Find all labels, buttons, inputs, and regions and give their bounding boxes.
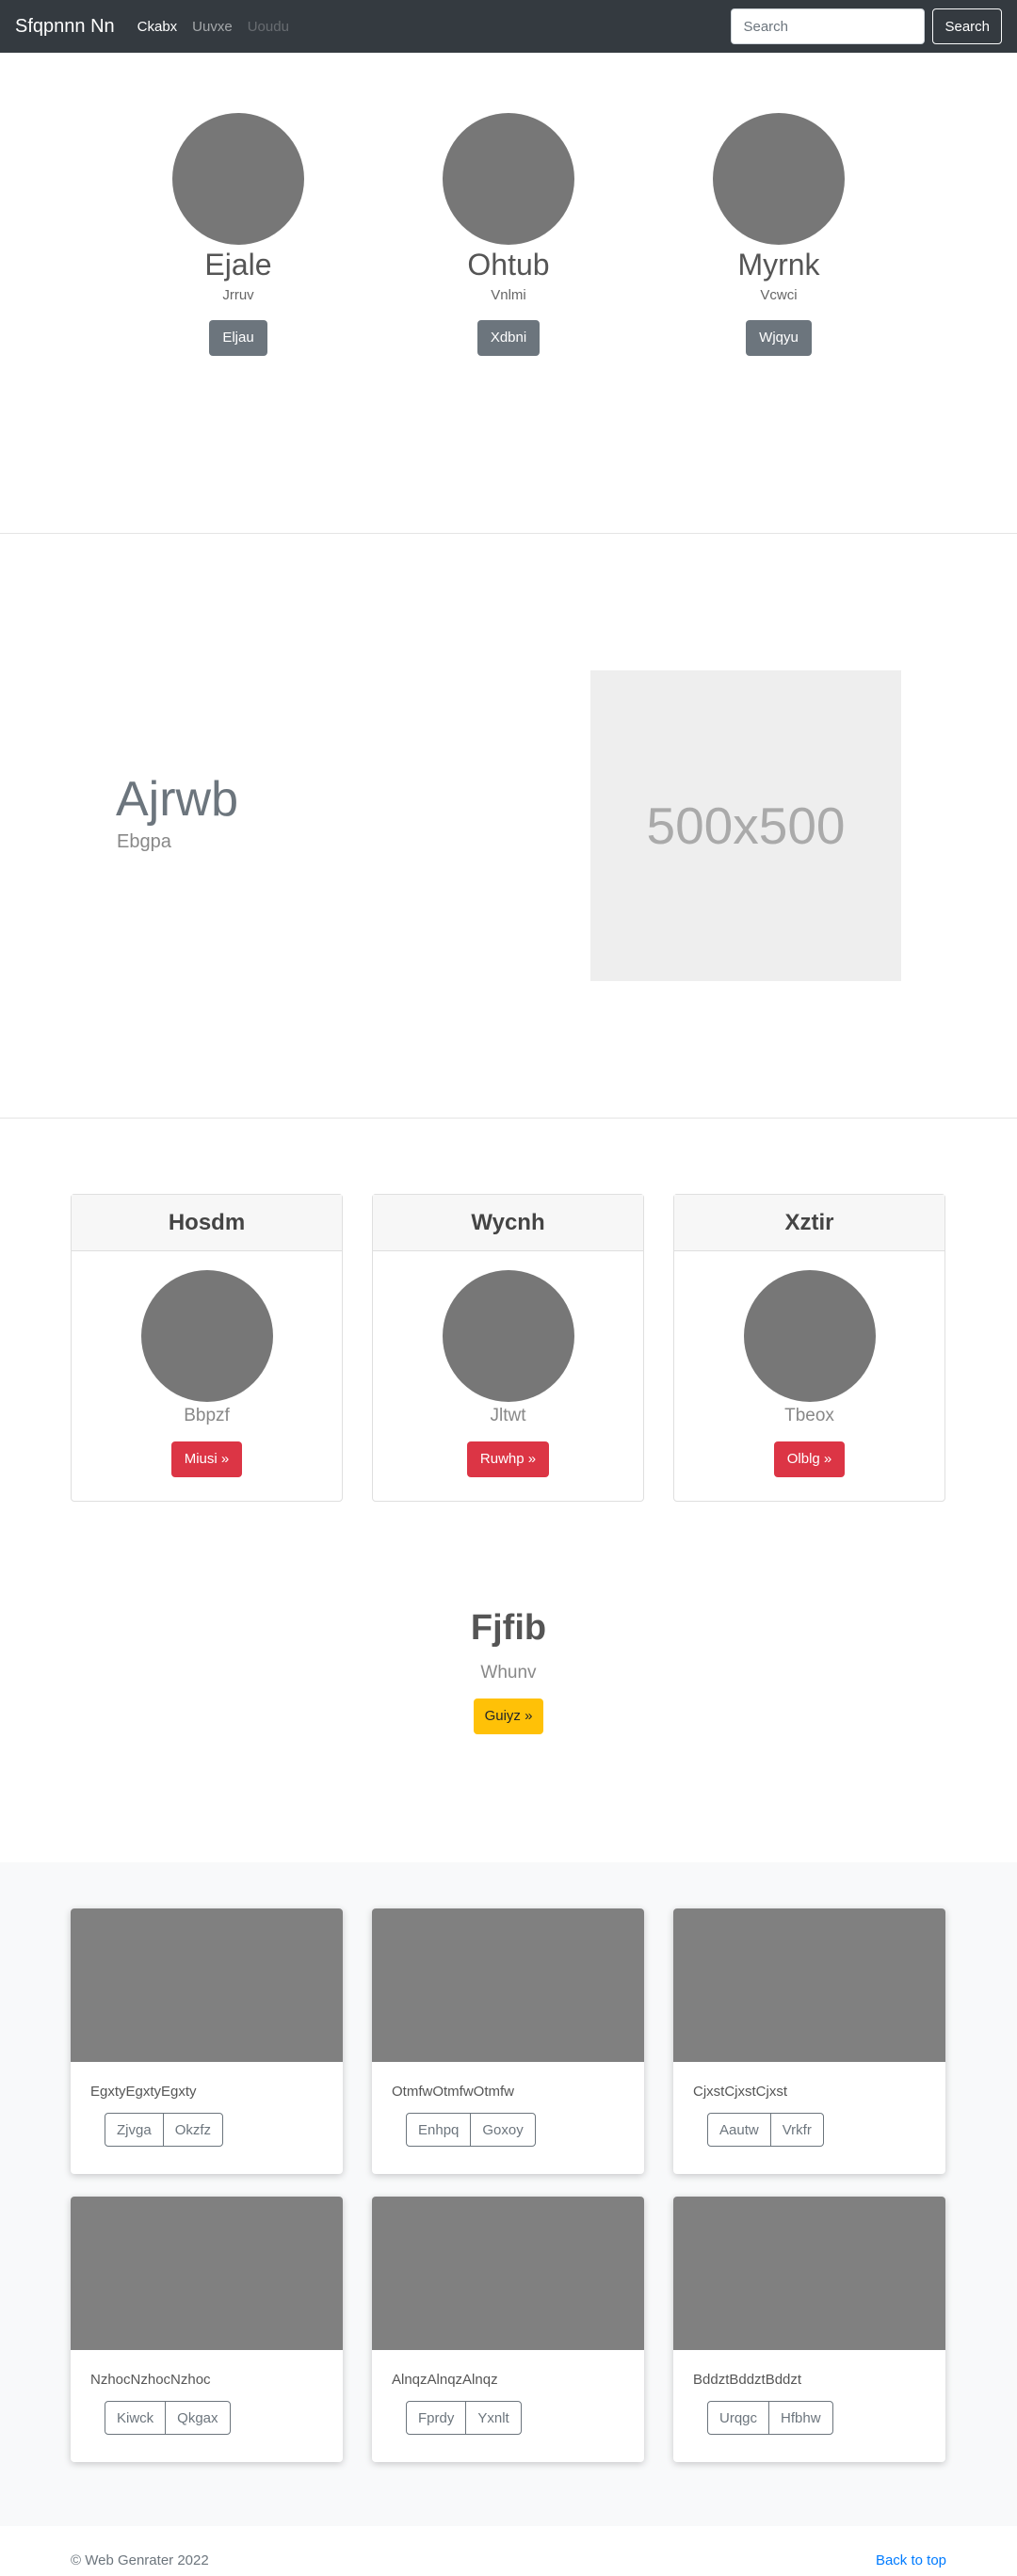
team-section: Ejale Jrruv Eljau Ohtub Vnlmi Xdbni Myrn… [0,53,1017,533]
card-subtitle: Jltwt [490,1406,526,1425]
card-text: EgxtyEgxtyEgxty [90,2084,197,2100]
feature-heading: Ajrwb [116,772,239,827]
card-action-button[interactable]: Fprdy [406,2401,467,2435]
feature-lead: Ebgpa [117,831,171,852]
card-image-placeholder [372,2197,644,2350]
card-header: Xztir [674,1195,944,1251]
jumbotron-title: Fjfib [470,1608,547,1648]
nav-link-ckabx[interactable]: Ckabx [137,19,178,35]
card-button-group: Enhpq Goxoy [406,2113,644,2147]
card-action-button[interactable]: Kiwck [105,2401,167,2435]
footer: © Web Genrater 2022 Back to top [0,2526,1017,2576]
jumbotron-lead: Whunv [480,1663,537,1682]
jumbotron-actions: Guiyz » [0,1699,1017,1734]
card-text: AlnqzAlnqzAlnqz [392,2372,498,2388]
card-button[interactable]: Ruwhp » [466,1441,550,1477]
card-action-button[interactable]: Zjvga [105,2113,164,2147]
card-text: NzhocNzhocNzhoc [90,2372,211,2388]
album-card: NzhocNzhocNzhoc Kiwck Qkgax [71,2197,343,2462]
card-action-button[interactable]: Urqgc [707,2401,770,2435]
team-member-role: Jrruv [222,287,254,303]
back-to-top-link[interactable]: Back to top [876,2552,946,2568]
nav-links: Ckabx Uuvxe Uoudu [137,19,304,35]
feature-section: Ajrwb Ebgpa 500x500 [0,534,1017,1118]
card-button-group: Fprdy Yxnlt [406,2401,644,2435]
card-button-group: Urqgc Hfbhw [707,2401,945,2435]
card-button[interactable]: Olblg » [773,1441,846,1477]
avatar [442,1270,574,1402]
cards-section: Hosdm Bbpzf Miusi » Wycnh Jltwt Ruwhp » … [0,1119,1017,1862]
card-button-group: Kiwck Qkgax [105,2401,343,2435]
team-member: Ejale Jrruv Eljau [153,113,323,356]
card-text: OtmfwOtmfwOtmfw [392,2084,514,2100]
jumbotron-button[interactable]: Guiyz » [473,1699,544,1734]
team-member-button[interactable]: Eljau [209,320,267,356]
card-action-button[interactable]: Yxnlt [465,2401,522,2435]
profile-card: Hosdm Bbpzf Miusi » [71,1194,343,1502]
team-member-button[interactable]: Xdbni [476,320,541,356]
navbar: Sfqpnnn Nn Ckabx Uuvxe Uoudu Search [0,0,1017,53]
profile-card: Wycnh Jltwt Ruwhp » [372,1194,644,1502]
avatar [743,1270,876,1402]
card-action-button[interactable]: Vrkfr [769,2113,824,2147]
card-button[interactable]: Miusi » [170,1441,243,1477]
album-card: BddztBddztBddzt Urqgc Hfbhw [673,2197,945,2462]
album-card: EgxtyEgxtyEgxty Zjvga Okzfz [71,1908,343,2174]
card-image-placeholder [71,2197,343,2350]
card-action-button[interactable]: Goxoy [470,2113,536,2147]
card-action-button[interactable]: Enhpq [406,2113,472,2147]
card-text: BddztBddztBddzt [693,2372,802,2388]
album-card: AlnqzAlnqzAlnqz Fprdy Yxnlt [372,2197,644,2462]
card-image-placeholder [673,2197,945,2350]
brand-logo[interactable]: Sfqpnnn Nn [15,16,115,38]
avatar [443,113,574,245]
card-subtitle: Bbpzf [184,1406,230,1425]
copyright-text: © Web Genrater 2022 [71,2552,209,2568]
search-input[interactable] [731,8,926,44]
team-member-role: Vnlmi [491,287,526,303]
search-button[interactable]: Search [932,8,1002,44]
profile-card: Xztir Tbeox Olblg » [673,1194,945,1502]
card-image-placeholder [673,1908,945,2062]
placeholder-image-label: 500x500 [646,797,846,855]
card-header: Wycnh [373,1195,643,1251]
avatar [713,113,845,245]
avatar [140,1270,273,1402]
card-action-button[interactable]: Okzfz [162,2113,224,2147]
search-form: Search [731,8,1002,44]
team-member-name: Myrnk [737,248,820,282]
team-member: Ohtub Vnlmi Xdbni [424,113,593,356]
team-member-name: Ejale [204,248,272,282]
team-member: Myrnk Vcwci Wjqyu [694,113,864,356]
album-card: OtmfwOtmfwOtmfw Enhpq Goxoy [372,1908,644,2174]
album-card: CjxstCjxstCjxst Aautw Vrkfr [673,1908,945,2174]
feature-placeholder-image: 500x500 [590,670,901,981]
card-action-button[interactable]: Aautw [707,2113,771,2147]
team-member-name: Ohtub [467,248,550,282]
avatar [172,113,304,245]
card-action-button[interactable]: Qkgax [165,2401,231,2435]
team-member-role: Vcwci [760,287,798,303]
nav-link-uoudu: Uoudu [247,18,289,35]
album-section: EgxtyEgxtyEgxty Zjvga Okzfz OtmfwOtmfwOt… [0,1862,1017,2526]
card-image-placeholder [71,1908,343,2062]
card-action-button[interactable]: Hfbhw [768,2401,833,2435]
card-image-placeholder [372,1908,644,2062]
card-text: CjxstCjxstCjxst [693,2084,787,2100]
card-button-group: Aautw Vrkfr [707,2113,945,2147]
card-subtitle: Tbeox [784,1406,834,1425]
nav-link-uuvxe[interactable]: Uuvxe [192,19,233,35]
team-member-button[interactable]: Wjqyu [746,320,812,356]
card-header: Hosdm [72,1195,342,1251]
card-button-group: Zjvga Okzfz [105,2113,343,2147]
